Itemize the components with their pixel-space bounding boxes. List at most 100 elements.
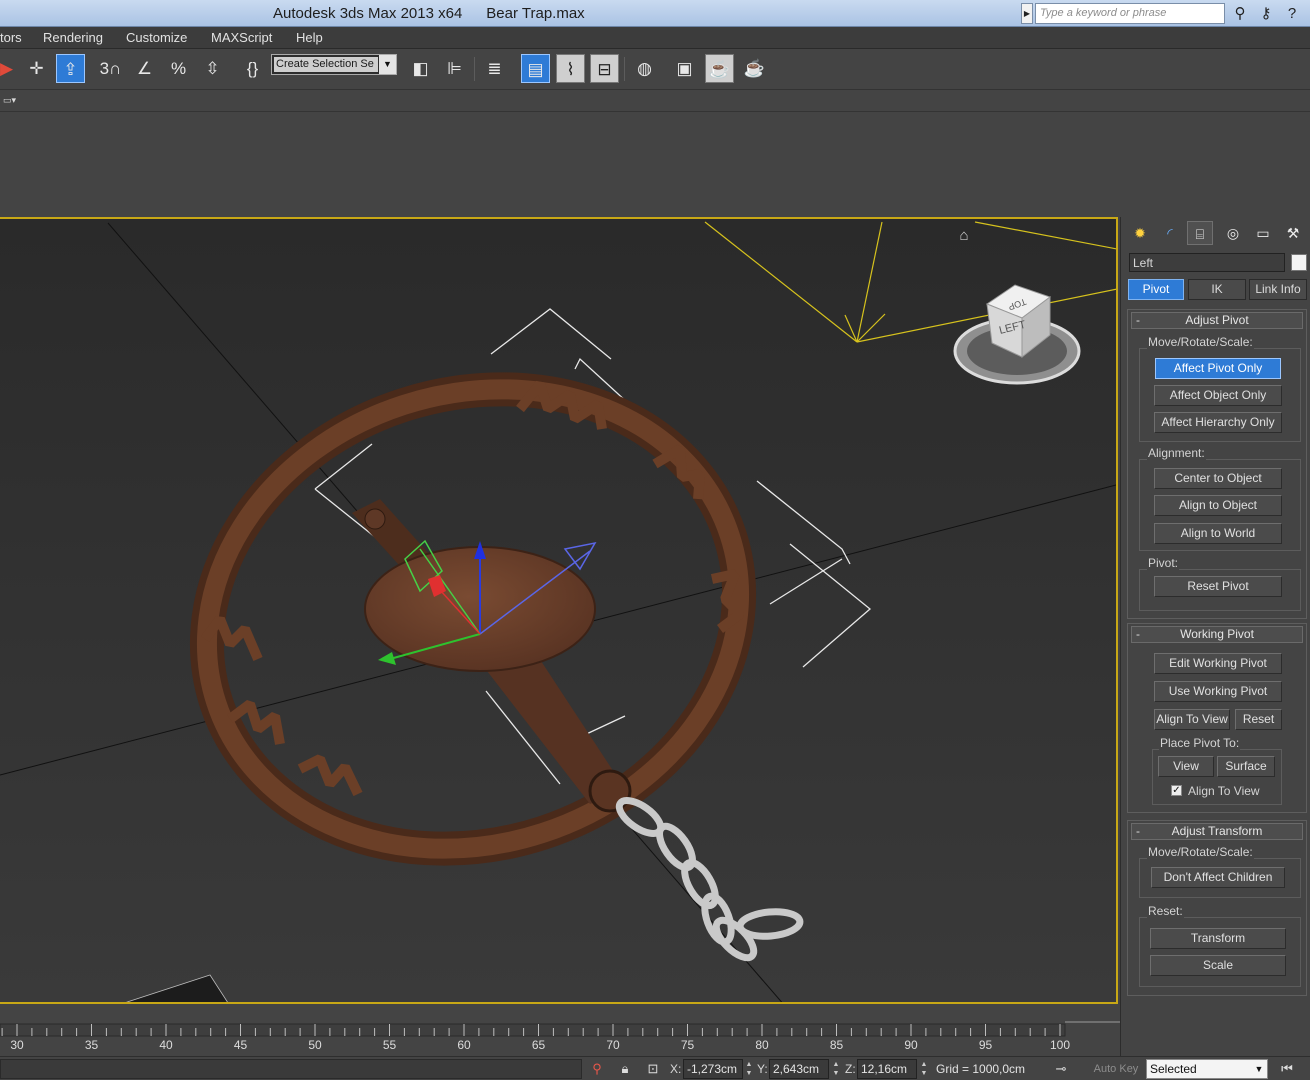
z-spinner-icon[interactable]: ▲ ▼: [920, 1060, 928, 1078]
y-coordinate-field[interactable]: 2,643cm: [769, 1059, 829, 1079]
frame-tick-label: 50: [308, 1038, 322, 1052]
hierarchy-tab-icon[interactable]: ⌸: [1187, 221, 1213, 245]
toolbar-separator: [474, 57, 475, 81]
help-icon[interactable]: ?: [1282, 4, 1302, 23]
align-to-view-button[interactable]: Align To View: [1154, 709, 1230, 730]
named-selection-set-value: Create Selection Se: [274, 57, 378, 72]
snap-toggle-icon[interactable]: 3∩: [96, 54, 125, 83]
ribbon-area: [0, 112, 1310, 218]
mirror-icon[interactable]: ◧: [406, 54, 435, 83]
center-to-object-button[interactable]: Center to Object: [1154, 468, 1282, 489]
x-label: X:: [670, 1062, 682, 1076]
select-and-place-icon[interactable]: ⇪: [56, 54, 85, 83]
edit-working-pivot-button[interactable]: Edit Working Pivot: [1154, 653, 1282, 674]
frame-tick-label: 60: [457, 1038, 471, 1052]
align-to-object-button[interactable]: Align to Object: [1154, 495, 1282, 516]
place-pivot-view-button[interactable]: View: [1158, 756, 1214, 777]
infocenter-search-input[interactable]: Type a keyword or phrase: [1035, 3, 1225, 24]
named-selection-set-dropdown[interactable]: Create Selection Se ▼: [271, 54, 397, 75]
align-to-view-checkbox[interactable]: ✓: [1171, 785, 1182, 796]
dont-affect-children-button[interactable]: Don't Affect Children: [1151, 867, 1285, 888]
create-tab-icon[interactable]: ✹: [1127, 221, 1153, 245]
menu-rendering[interactable]: Rendering: [43, 30, 103, 45]
menu-maxscript[interactable]: MAXScript: [211, 30, 272, 45]
tab-ik[interactable]: IK: [1188, 279, 1246, 300]
spinner-snap-icon[interactable]: ⇳: [198, 54, 227, 83]
render-production-icon[interactable]: ☕: [740, 54, 769, 83]
frame-tick-label: 30: [10, 1038, 24, 1052]
add-time-tag-icon[interactable]: ⊸: [1052, 1060, 1070, 1078]
menu-help[interactable]: Help: [296, 30, 323, 45]
maxscript-listener-strip[interactable]: [0, 1059, 582, 1079]
z-coordinate-field[interactable]: 12,16cm: [857, 1059, 917, 1079]
adjust-transform-header[interactable]: - Adjust Transform: [1131, 823, 1303, 840]
key-icon[interactable]: ⚷: [1256, 4, 1276, 23]
angle-snap-icon[interactable]: ∠: [130, 54, 159, 83]
render-setup-icon[interactable]: ▣: [670, 54, 699, 83]
menu-customize[interactable]: Customize: [126, 30, 187, 45]
schematic-view-icon[interactable]: ⊟: [590, 54, 619, 83]
isolate-selection-icon[interactable]: ⚲: [588, 1060, 606, 1078]
menu-editors[interactable]: tors: [0, 30, 22, 45]
scene-explorer-icon[interactable]: ▤: [521, 54, 550, 83]
collapse-icon: -: [1136, 824, 1140, 838]
x-coordinate-field[interactable]: -1,273cm: [683, 1059, 743, 1079]
adjust-pivot-header[interactable]: - Adjust Pivot: [1131, 312, 1303, 329]
3dsmax-window: Autodesk 3ds Max 2013 x64 Bear Trap.max ▶…: [0, 0, 1310, 1080]
working-pivot-title: Working Pivot: [1180, 627, 1254, 641]
home-icon[interactable]: ⌂: [956, 228, 972, 244]
x-spinner-icon[interactable]: ▲ ▼: [745, 1060, 753, 1078]
absolute-mode-icon[interactable]: ⊡: [644, 1060, 662, 1078]
tab-pivot[interactable]: Pivot: [1128, 279, 1184, 300]
object-name-field[interactable]: Left: [1129, 253, 1285, 272]
edit-named-selection-icon[interactable]: {}: [238, 54, 267, 83]
y-spinner-icon[interactable]: ▲ ▼: [832, 1060, 840, 1078]
pivot-label: Pivot:: [1147, 556, 1180, 570]
frame-tick-label: 75: [680, 1038, 695, 1052]
y-label: Y:: [757, 1062, 768, 1076]
lock-icon[interactable]: 🔒︎: [616, 1060, 634, 1078]
selection-set-dropdown[interactable]: Selected ▼: [1146, 1059, 1268, 1079]
layer-manager-icon[interactable]: ≣: [480, 54, 509, 83]
modify-tab-icon[interactable]: ◜: [1157, 221, 1183, 245]
adjust-transform-title: Adjust Transform: [1171, 824, 1263, 838]
reset-transform-button[interactable]: Transform: [1150, 928, 1286, 949]
ribbon-toggle-icon[interactable]: ▭▾: [3, 95, 25, 107]
affect-pivot-only-button[interactable]: Affect Pivot Only: [1155, 358, 1281, 379]
affect-object-only-button[interactable]: Affect Object Only: [1154, 385, 1282, 406]
toolbar-separator: [624, 57, 625, 81]
utilities-tab-icon[interactable]: ⚒: [1280, 221, 1306, 245]
align-to-world-button[interactable]: Align to World: [1154, 523, 1282, 544]
adjust-pivot-title: Adjust Pivot: [1185, 313, 1249, 327]
select-icon[interactable]: ▶: [0, 54, 21, 83]
frame-tick-label: 85: [829, 1038, 844, 1052]
viewport-perspective[interactable]: LEFT TOP ⌂: [0, 217, 1118, 1004]
alignment-label: Alignment:: [1147, 446, 1206, 460]
move-icon[interactable]: ✛: [22, 54, 51, 83]
use-working-pivot-button[interactable]: Use Working Pivot: [1154, 681, 1282, 702]
align-icon[interactable]: ⊫: [440, 54, 469, 83]
reset-scale-button[interactable]: Scale: [1150, 955, 1286, 976]
go-to-start-icon[interactable]: ⏮: [1278, 1060, 1296, 1078]
material-editor-icon[interactable]: ◍: [630, 54, 659, 83]
auto-key-button[interactable]: Auto Key: [1090, 1059, 1142, 1079]
reset-pivot-button[interactable]: Reset Pivot: [1154, 576, 1282, 597]
motion-tab-icon[interactable]: ◎: [1220, 221, 1246, 245]
curve-editor-icon[interactable]: ⌇: [556, 54, 585, 83]
object-color-swatch[interactable]: [1291, 254, 1307, 271]
rendered-frame-window-icon[interactable]: ☕: [705, 54, 734, 83]
track-bar[interactable]: 30 35 40 45 50 55 60 65 70 75 80 85 90 95 100: [0, 1004, 1120, 1056]
affect-hierarchy-only-button[interactable]: Affect Hierarchy Only: [1154, 412, 1282, 433]
tab-link-info[interactable]: Link Info: [1249, 279, 1307, 300]
infocenter-expand-button[interactable]: ▶: [1021, 3, 1033, 24]
working-pivot-header[interactable]: - Working Pivot: [1131, 626, 1303, 643]
display-tab-icon[interactable]: ▭: [1250, 221, 1276, 245]
place-pivot-surface-button[interactable]: Surface: [1217, 756, 1275, 777]
reset-working-pivot-button[interactable]: Reset: [1235, 709, 1282, 730]
transform-move-label: Move/Rotate/Scale:: [1147, 845, 1254, 859]
frame-tick-label: 80: [755, 1038, 769, 1052]
binoculars-icon[interactable]: ⚲: [1230, 4, 1250, 23]
percent-snap-icon[interactable]: %: [164, 54, 193, 83]
frame-tick-label: 35: [84, 1038, 99, 1052]
frame-tick-label: 40: [159, 1038, 173, 1052]
